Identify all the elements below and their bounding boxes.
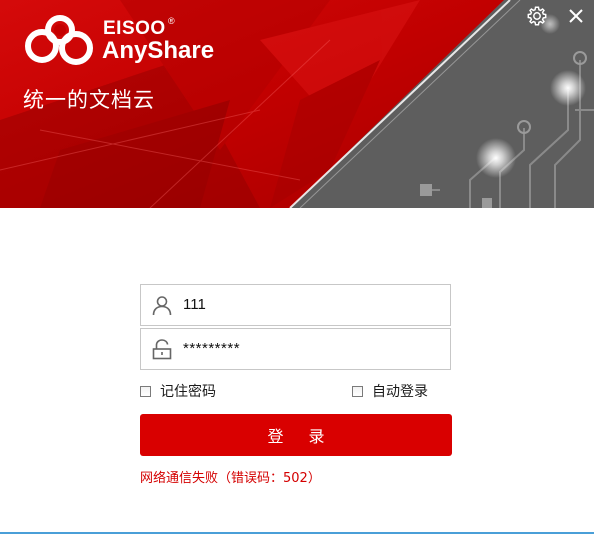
close-icon xyxy=(569,9,583,23)
tagline: 统一的文档云 xyxy=(23,88,155,112)
close-button[interactable] xyxy=(564,4,588,28)
header-banner: EISOO ® AnyShare 统一的文档云 xyxy=(0,0,594,208)
gear-icon xyxy=(527,6,547,26)
auto-login-option[interactable]: 自动登录 xyxy=(352,382,428,400)
registered-mark: ® xyxy=(168,16,175,26)
password-field[interactable]: ********* xyxy=(140,328,451,370)
lock-icon xyxy=(152,339,172,360)
error-message: 网络通信失败（错误码：502） xyxy=(140,471,321,486)
password-value: ********* xyxy=(183,340,241,357)
remember-password-checkbox[interactable] xyxy=(140,385,151,397)
login-button[interactable]: 登 录 xyxy=(140,414,452,456)
brand-anyshare: AnyShare xyxy=(102,37,215,64)
logo-mark-icon xyxy=(25,15,93,65)
auto-login-checkbox[interactable] xyxy=(352,385,363,397)
settings-button[interactable] xyxy=(525,4,549,28)
username-field[interactable]: 111 xyxy=(140,284,451,326)
remember-password-option[interactable]: 记住密码 xyxy=(140,382,216,400)
user-icon xyxy=(152,296,172,316)
username-value: 111 xyxy=(183,296,206,313)
auto-login-label: 自动登录 xyxy=(372,384,428,400)
login-window: EISOO ® AnyShare 统一的文档云 111 ********* 记住… xyxy=(0,0,594,534)
eisoo-anyshare-logo: EISOO ® AnyShare xyxy=(22,12,222,72)
remember-password-label: 记住密码 xyxy=(160,384,216,400)
